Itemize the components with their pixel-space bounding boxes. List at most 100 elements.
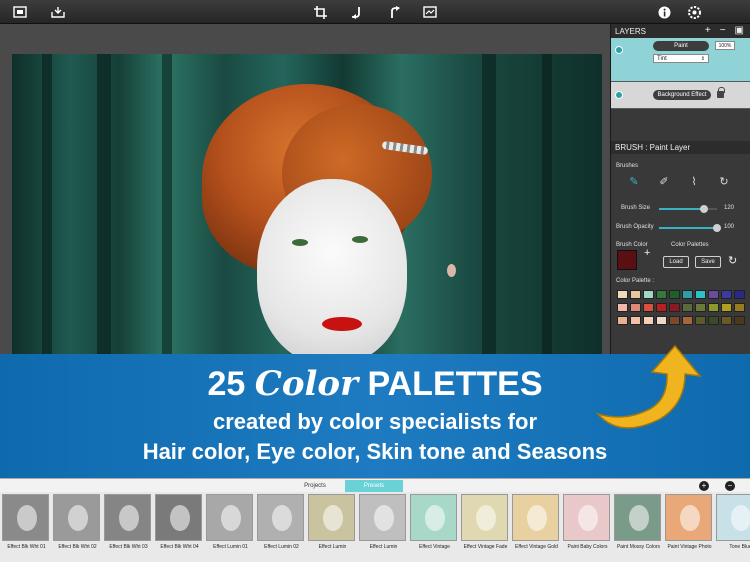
remove-layer-icon[interactable]: − — [720, 25, 726, 36]
palette-swatch[interactable] — [708, 303, 719, 312]
palette-swatch[interactable] — [721, 316, 732, 325]
palette-swatch[interactable] — [695, 303, 706, 312]
chevron-updown-icon: ⇕ — [700, 55, 705, 62]
promo-banner: 25 Color PALETTES created by color speci… — [0, 344, 750, 478]
swap-icon[interactable]: ↻ — [728, 254, 737, 267]
lips-region — [322, 317, 362, 331]
preset-thumbnail — [206, 494, 253, 541]
blend-mode-select[interactable]: Tint ⇕ — [653, 54, 709, 63]
layers-title: LAYERS — [615, 26, 646, 36]
layer-row-paint[interactable]: Paint 100% Tint ⇕ — [611, 38, 750, 82]
save-icon[interactable] — [48, 2, 68, 22]
preset-thumbnail — [716, 494, 750, 541]
preset-item[interactable]: Tone Blue — [716, 494, 750, 562]
preset-strip: Effect Blk Wht 01 Effect Blk Wht 02 Effect… — [0, 492, 750, 562]
preset-item[interactable]: Effect Vintage — [410, 494, 459, 562]
add-color-icon[interactable]: + — [644, 247, 650, 259]
palette-swatch[interactable] — [734, 290, 745, 299]
preset-tabbar: Projects Presets + − — [0, 478, 750, 492]
undo-icon[interactable] — [346, 2, 366, 22]
save-palette-button[interactable]: Save — [695, 256, 721, 268]
brush-opacity-slider[interactable] — [659, 224, 721, 232]
preset-item[interactable]: Effect Lumin — [308, 494, 357, 562]
preset-title: Effect Lumin 01 — [213, 544, 248, 550]
palette-swatch[interactable] — [682, 316, 693, 325]
load-palette-button[interactable]: Load — [663, 256, 689, 268]
palette-swatch[interactable] — [721, 290, 732, 299]
palette-swatch[interactable] — [669, 303, 680, 312]
preset-item[interactable]: Effect Lumin — [359, 494, 408, 562]
crop-icon[interactable] — [310, 2, 330, 22]
remove-preset-icon[interactable]: − — [725, 481, 735, 491]
palette-swatch[interactable] — [656, 290, 667, 299]
palette-swatch[interactable] — [617, 303, 628, 312]
canvas-area[interactable] — [0, 24, 610, 354]
erase-brush-icon[interactable]: ✐ — [657, 175, 671, 189]
preset-item[interactable]: Effect Lumin 02 — [257, 494, 306, 562]
preset-thumbnail — [104, 494, 151, 541]
add-layer-icon[interactable]: + — [705, 25, 711, 36]
preset-item[interactable]: Paint Vintage Photo — [665, 494, 714, 562]
preset-item[interactable]: Effect Lumin 01 — [206, 494, 255, 562]
preset-item[interactable]: Paint Mossy Colors — [614, 494, 663, 562]
compare-icon[interactable] — [420, 2, 440, 22]
preset-item[interactable]: Effect Blk Wht 04 — [155, 494, 204, 562]
slider-knob[interactable] — [713, 224, 721, 232]
palette-swatch[interactable] — [630, 303, 641, 312]
preset-title: Effect Blk Wht 04 — [160, 544, 199, 550]
palette-swatch[interactable] — [656, 303, 667, 312]
settings-icon[interactable] — [684, 2, 704, 22]
color-palette-grid — [617, 290, 745, 325]
tab-projects[interactable]: Projects — [285, 480, 345, 492]
gallery-icon[interactable] — [10, 2, 30, 22]
brush-size-slider[interactable] — [659, 205, 717, 213]
layer-row-background[interactable]: Background Effect — [611, 82, 750, 109]
palette-swatch[interactable] — [630, 290, 641, 299]
layer-visibility-icon[interactable] — [615, 91, 623, 99]
palette-swatch[interactable] — [682, 290, 693, 299]
palette-swatch[interactable] — [643, 290, 654, 299]
tab-presets[interactable]: Presets — [345, 480, 403, 492]
refresh-icon[interactable]: ↻ — [717, 175, 731, 189]
preset-item[interactable]: Paint Baby Colors — [563, 494, 612, 562]
preset-item[interactable]: Effect Vintage Fade — [461, 494, 510, 562]
preset-item[interactable]: Effect Vintage Gold — [512, 494, 561, 562]
palette-swatch[interactable] — [669, 316, 680, 325]
duplicate-layer-icon[interactable]: ▣ — [735, 25, 744, 36]
preset-item[interactable]: Effect Blk Wht 02 — [53, 494, 102, 562]
preset-thumbnail — [410, 494, 457, 541]
redo-icon[interactable] — [384, 2, 404, 22]
palette-swatch[interactable] — [682, 303, 693, 312]
edited-photo[interactable] — [12, 54, 602, 354]
palette-swatch[interactable] — [695, 290, 706, 299]
preset-thumbnail — [155, 494, 202, 541]
palette-swatch[interactable] — [656, 316, 667, 325]
palette-swatch[interactable] — [721, 303, 732, 312]
brush-color-swatch[interactable] — [617, 250, 637, 270]
palette-swatch[interactable] — [643, 316, 654, 325]
layer-visibility-icon[interactable] — [615, 46, 623, 54]
palette-swatch[interactable] — [643, 303, 654, 312]
palette-swatch[interactable] — [708, 316, 719, 325]
palette-swatch[interactable] — [617, 290, 628, 299]
preset-title: Effect Blk Wht 02 — [58, 544, 97, 550]
palette-swatch[interactable] — [708, 290, 719, 299]
preset-thumbnail — [461, 494, 508, 541]
lock-icon[interactable] — [717, 87, 725, 98]
palette-swatch[interactable] — [734, 316, 745, 325]
eyedropper-icon[interactable]: ⌇ — [687, 175, 701, 189]
preset-item[interactable]: Effect Blk Wht 03 — [104, 494, 153, 562]
palette-swatch[interactable] — [669, 290, 680, 299]
brush-color-label: Brush Color — [616, 242, 648, 248]
preset-item[interactable]: Effect Blk Wht 01 — [2, 494, 51, 562]
add-preset-icon[interactable]: + — [699, 481, 709, 491]
palette-swatch[interactable] — [695, 316, 706, 325]
layer-opacity[interactable]: 100% — [715, 41, 735, 50]
palette-swatch[interactable] — [734, 303, 745, 312]
info-icon[interactable] — [654, 2, 674, 22]
brush-opacity-value: 100 — [724, 224, 735, 230]
palette-swatch[interactable] — [630, 316, 641, 325]
slider-knob[interactable] — [700, 205, 709, 213]
palette-swatch[interactable] — [617, 316, 628, 325]
paint-brush-icon[interactable]: ✎ — [627, 175, 641, 189]
